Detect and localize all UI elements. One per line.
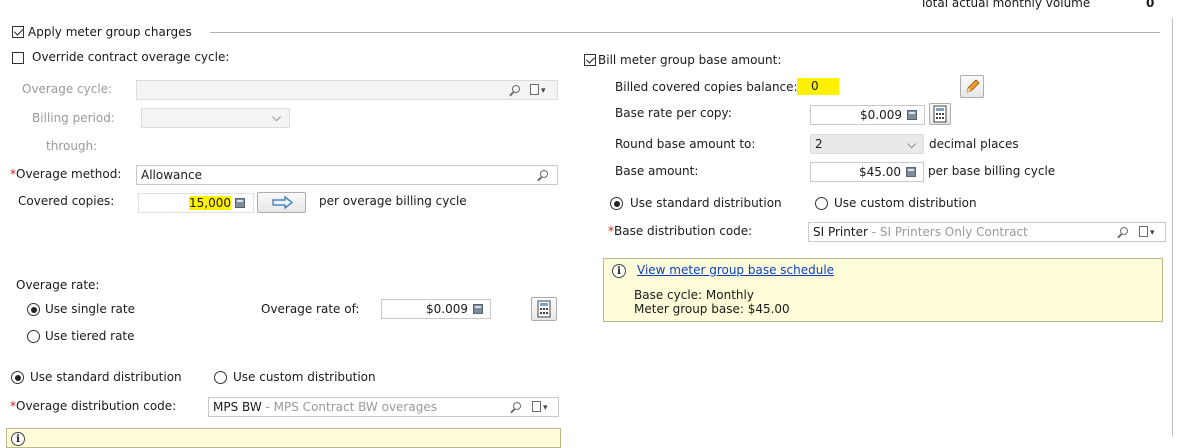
single-rate-radio[interactable] [27,303,40,316]
pencil-icon [966,79,980,93]
base-distribution-code: SI Printer [813,225,868,239]
base-rate-value: $0.009 [860,108,902,122]
bill-base-label: Bill meter group base amount: [598,53,782,67]
total-volume-label: Total actual monthly volume [920,0,1091,10]
left-standard-distribution-radio[interactable] [11,371,24,384]
billed-balance-label: Billed covered copies balance: [615,80,798,94]
through-label: through: [46,139,98,153]
overage-distribution-text: Overage distribution code: [16,399,177,413]
overage-method-value: Allowance [141,168,202,182]
round-label: Round base amount to: [615,137,756,151]
group-separator [210,32,1160,33]
chevron-down-icon[interactable]: ▾ [543,403,548,413]
edit-balance-button[interactable] [960,75,984,98]
magnifier-icon[interactable] [540,170,548,178]
calculator-icon [933,105,947,123]
base-amount-value: $45.00 [859,165,901,179]
overage-distribution-label: *Overage distribution code: [10,399,176,413]
tiered-rate-radio[interactable] [27,330,40,343]
base-rate-schedule-button[interactable] [929,103,951,125]
document-dropdown-icon[interactable] [1139,226,1148,237]
overage-cycle-field[interactable] [136,80,558,100]
base-distribution-desc: - SI Printers Only Contract [867,225,1028,239]
apply-covered-copies-button[interactable] [257,192,306,213]
info-icon: i [612,264,626,278]
overage-method-text: Overage method: [16,167,122,181]
decimal-places-label: decimal places [929,137,1019,151]
meter-group-base-text: Meter group base: $45.00 [634,302,790,316]
view-base-schedule-link[interactable]: View meter group base schedule [637,263,834,277]
magnifier-icon[interactable] [1120,227,1128,235]
per-base-cycle-label: per base billing cycle [928,164,1056,178]
billing-period-label: Billing period: [32,111,115,125]
overage-rate-label: Overage rate: [16,278,100,292]
arrow-right-icon [272,195,293,210]
billing-period-select[interactable] [141,108,290,128]
per-overage-cycle-label: per overage billing cycle [319,194,467,208]
chevron-down-icon[interactable]: ⌵ [907,137,916,152]
chevron-down-icon[interactable]: ▾ [1150,228,1155,238]
apply-group-checkbox[interactable] [12,26,24,38]
chevron-down-icon[interactable]: ⌵ [272,110,281,125]
overage-method-label: *Overage method: [10,167,121,181]
calculator-icon[interactable] [907,110,917,120]
override-cycle-label: Override contract overage cycle: [32,50,230,64]
document-dropdown-icon[interactable] [530,84,539,95]
overage-rate-value: $0.009 [426,302,468,316]
calculator-icon [537,300,551,318]
covered-copies-value: 15,000 [189,196,231,210]
base-distribution-label: *Base distribution code: [608,224,752,238]
tiered-rate-label: Use tiered rate [45,329,135,343]
info-icon: i [11,432,25,446]
right-standard-distribution-label: Use standard distribution [630,196,782,210]
overage-cycle-label: Overage cycle: [22,82,113,96]
overage-distribution-field[interactable]: MPS BW - MPS Contract BW overages [208,397,559,417]
chevron-down-icon[interactable]: ▾ [541,86,546,96]
bill-base-checkbox[interactable] [584,54,596,66]
right-frame-line [1172,18,1173,436]
rate-schedule-button[interactable] [531,297,557,321]
base-distribution-text: Base distribution code: [614,224,753,238]
override-cycle-checkbox[interactable] [12,52,24,64]
round-value: 2 [815,137,823,151]
base-schedule-info-box: i View meter group base schedule Base cy… [603,258,1163,322]
single-rate-label: Use single rate [45,302,135,316]
left-custom-distribution-label: Use custom distribution [233,370,376,384]
magnifier-icon[interactable] [512,85,520,93]
base-rate-label: Base rate per copy: [615,106,732,120]
overage-distribution-desc: - MPS Contract BW overages [261,400,437,414]
right-standard-distribution-radio[interactable] [610,197,623,210]
base-distribution-field[interactable]: SI Printer - SI Printers Only Contract [808,222,1166,242]
overage-rate-of-label: Overage rate of: [261,302,360,316]
calculator-icon[interactable] [906,167,916,177]
overage-method-field[interactable]: Allowance [136,165,558,185]
right-custom-distribution-radio[interactable] [815,197,828,210]
left-standard-distribution-label: Use standard distribution [30,370,182,384]
magnifier-icon[interactable] [513,402,521,410]
base-cycle-text: Base cycle: Monthly [634,288,754,302]
calculator-icon[interactable] [473,304,483,314]
apply-group-label: Apply meter group charges [28,25,192,39]
left-custom-distribution-radio[interactable] [214,371,227,384]
calculator-icon[interactable] [235,198,245,208]
overage-distribution-code: MPS BW [213,400,262,414]
base-amount-label: Base amount: [615,164,699,178]
billed-balance-value: 0 [797,78,839,95]
right-custom-distribution-label: Use custom distribution [834,196,977,210]
total-volume-value: 0 [1146,0,1155,10]
document-dropdown-icon[interactable] [532,401,541,412]
overage-info-box: i [6,428,561,448]
covered-copies-label: Covered copies: [18,194,115,208]
